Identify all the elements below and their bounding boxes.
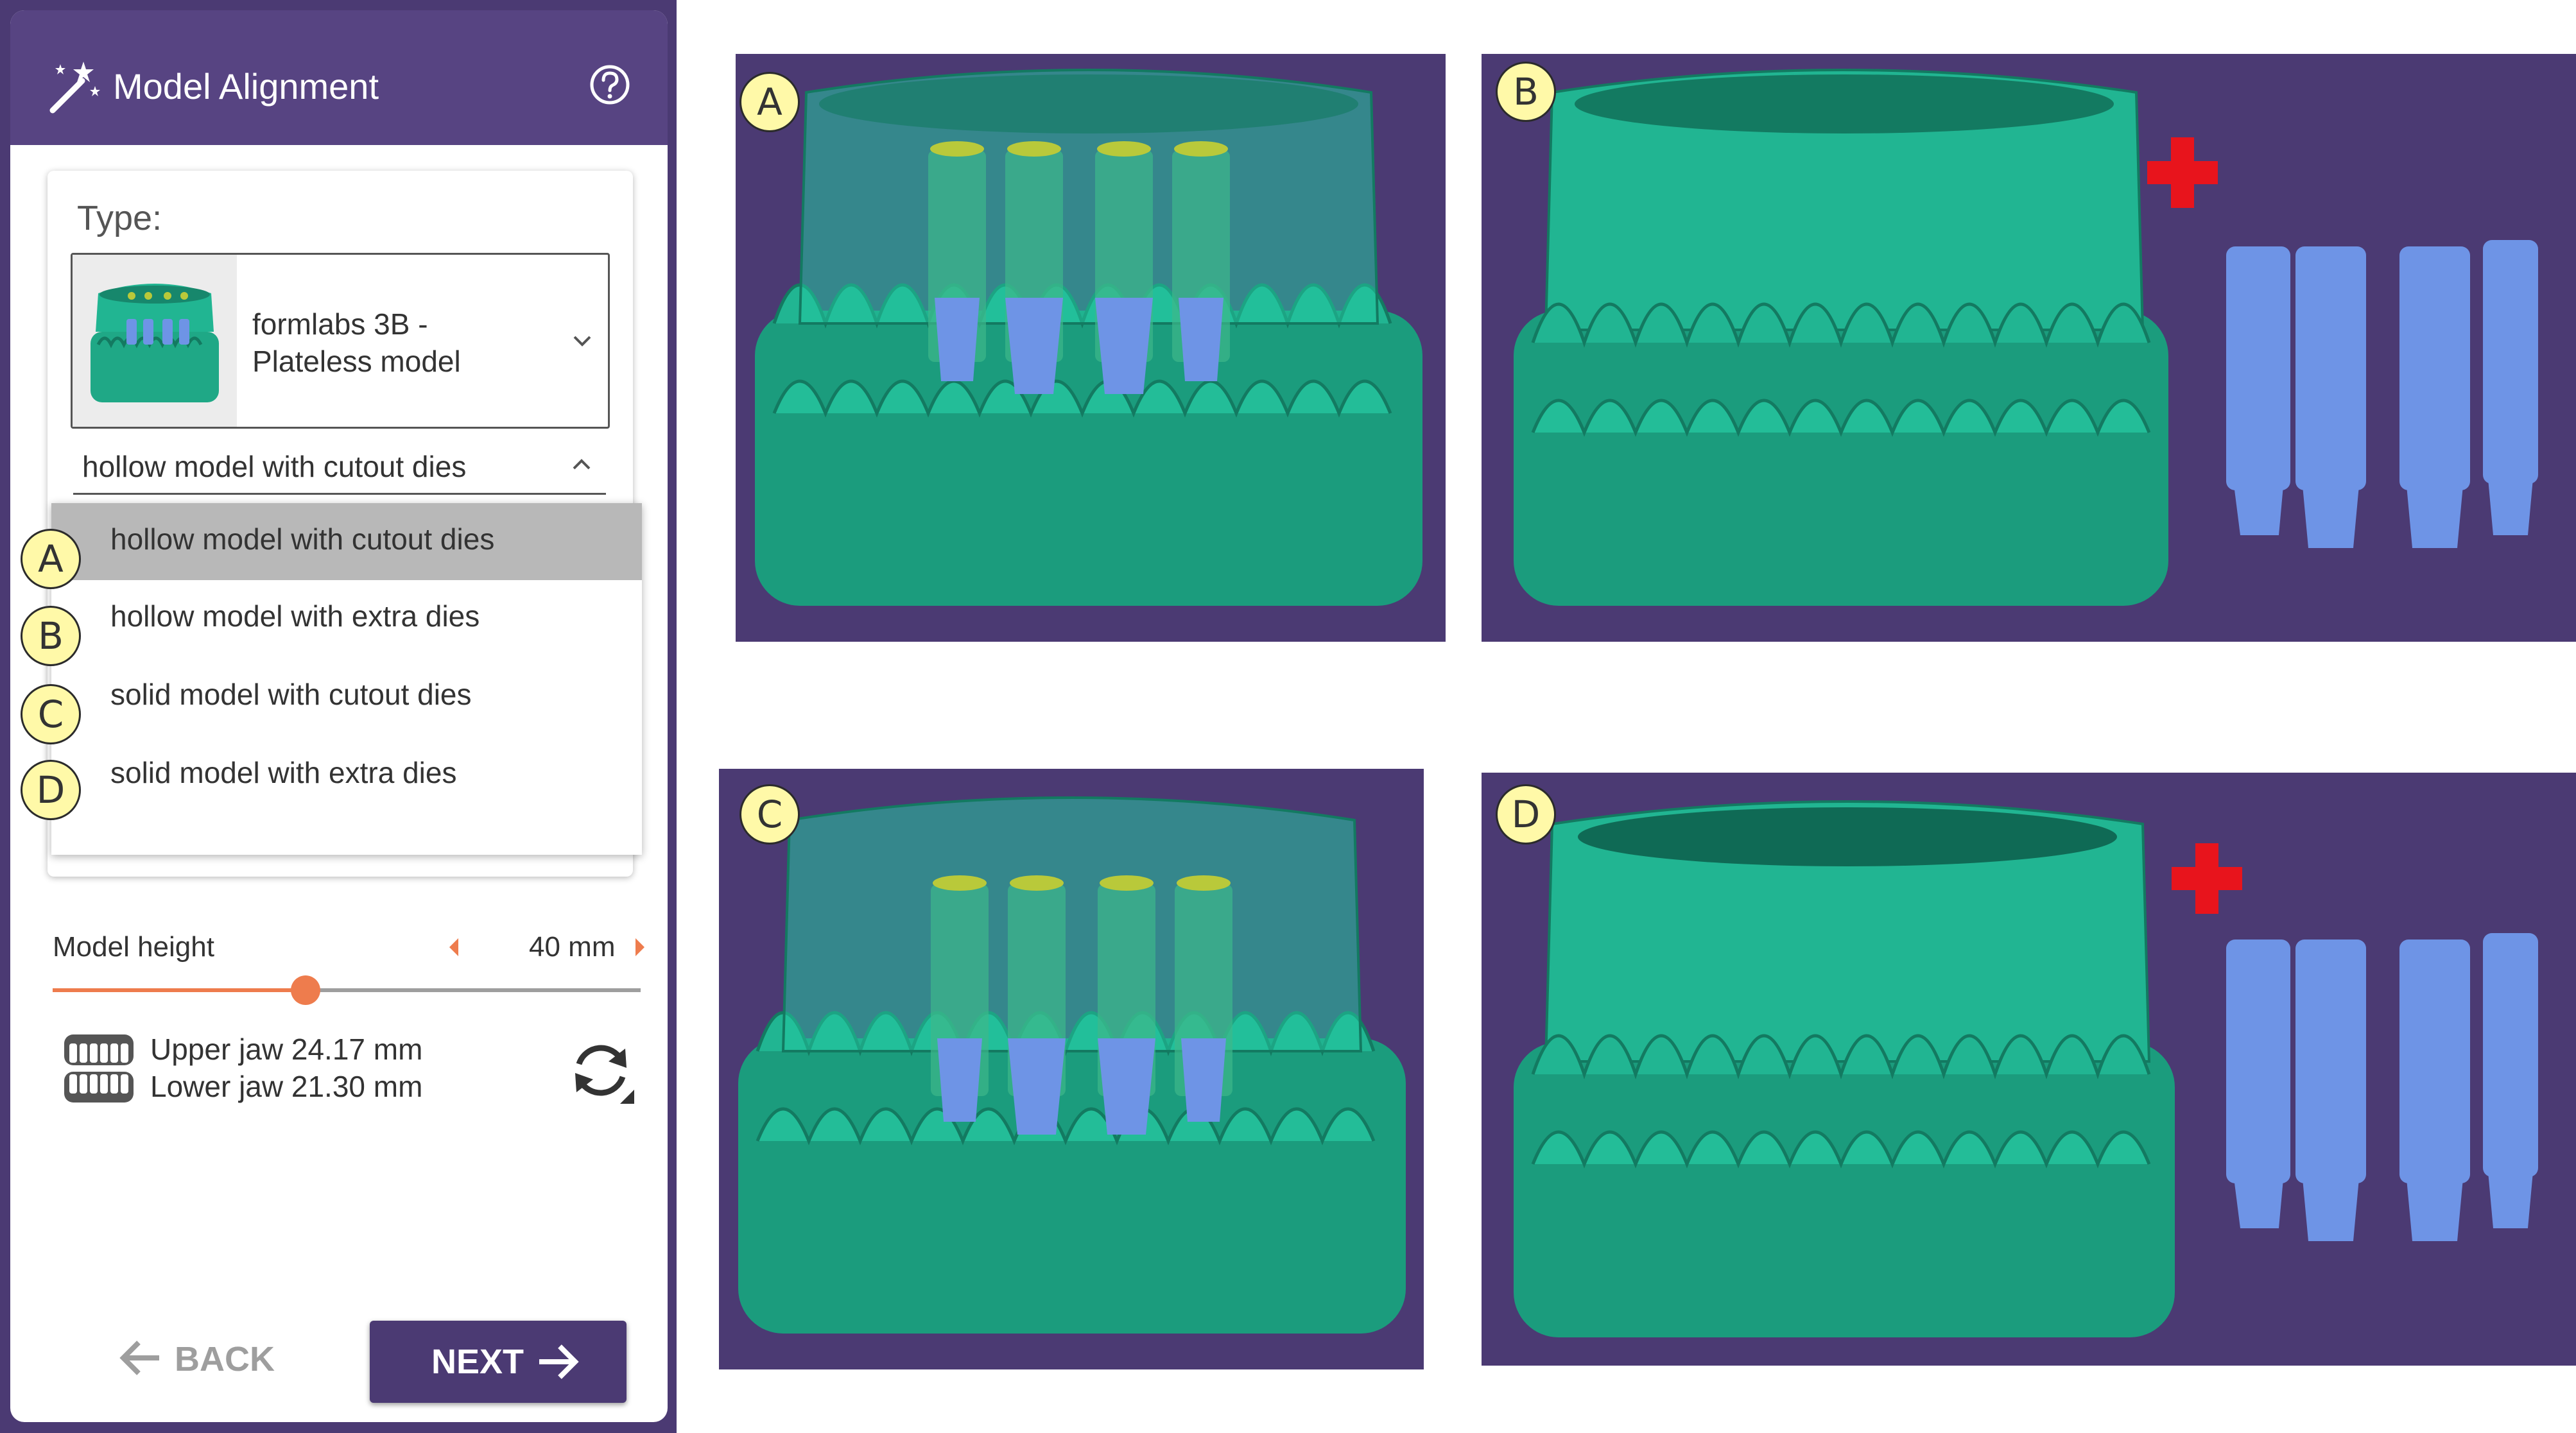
badge-b: B — [21, 606, 81, 666]
dropdown-option-solid-cutout[interactable]: solid model with cutout dies — [51, 658, 642, 735]
preview-badge-c: C — [739, 784, 800, 845]
preview-badge-a: A — [739, 72, 800, 132]
chevron-down-icon — [573, 336, 591, 347]
back-label: BACK — [175, 1340, 275, 1378]
magic-wand-icon — [49, 62, 100, 114]
dropdown-option-hollow-extra[interactable]: hollow model with extra dies — [51, 580, 642, 657]
model-name-line1: formlabs 3B - — [252, 307, 428, 341]
subtype-selected-value: hollow model with cutout dies — [82, 450, 467, 483]
dropdown-option-solid-extra[interactable]: solid model with extra dies — [51, 737, 642, 814]
slider-fill — [53, 988, 306, 992]
preview-a — [736, 54, 1446, 642]
subtype-dropdown-list: hollow model with cutout dies hollow mod… — [51, 503, 642, 855]
preview-badge-b: B — [1496, 62, 1556, 122]
model-name-line2: Plateless model — [252, 345, 461, 378]
dropdown-option-label: solid model with extra dies — [110, 756, 457, 789]
left-panel: Model Alignment Type: formlabs 3B - Plat… — [0, 0, 677, 1433]
badge-d: D — [21, 760, 81, 820]
slider-thumb[interactable] — [290, 975, 320, 1005]
dropdown-option-hollow-cutout[interactable]: hollow model with cutout dies — [51, 503, 642, 580]
model-height-label: Model height — [53, 931, 214, 963]
preview-d — [1482, 773, 2576, 1366]
dental-model-solid-extra — [1514, 800, 2538, 1337]
dropdown-option-label: solid model with cutout dies — [110, 678, 472, 711]
subtype-select[interactable]: hollow model with cutout dies — [73, 440, 606, 495]
preview-b — [1482, 54, 2576, 642]
alignment-panel: Model Alignment Type: formlabs 3B - Plat… — [10, 10, 668, 1422]
refresh-icon[interactable] — [565, 1034, 637, 1106]
dental-model-hollow-cutout — [755, 69, 1422, 606]
upper-jaw-height: Upper jaw 24.17 mm — [150, 1033, 423, 1066]
model-thumbnail — [73, 255, 237, 427]
preview-c — [719, 769, 1424, 1369]
model-height-slider[interactable] — [53, 975, 641, 1005]
dental-model-hollow-extra — [1514, 69, 2538, 606]
height-increase-arrow[interactable] — [635, 938, 644, 956]
dropdown-option-label: hollow model with cutout dies — [110, 522, 495, 556]
dropdown-option-label: hollow model with extra dies — [110, 599, 480, 633]
height-decrease-arrow[interactable] — [449, 938, 458, 956]
model-type-select[interactable]: formlabs 3B - Plateless model — [71, 253, 610, 429]
preview-badge-d: D — [1496, 784, 1556, 845]
back-button[interactable]: BACK — [117, 1319, 284, 1396]
arrow-left-icon — [119, 1341, 159, 1375]
badge-c: C — [21, 684, 81, 744]
help-icon[interactable] — [589, 64, 630, 105]
dental-model-solid-cutout — [738, 796, 1406, 1334]
next-label: NEXT — [431, 1343, 524, 1381]
teeth-icon — [64, 1034, 134, 1103]
type-label: Type: — [77, 199, 162, 237]
panel-title: Model Alignment — [113, 66, 379, 107]
model-height-value: 40 mm — [529, 931, 616, 963]
panel-header: Model Alignment — [10, 10, 668, 145]
next-button[interactable]: NEXT — [370, 1321, 627, 1403]
chevron-up-icon — [573, 459, 591, 470]
badge-a: A — [21, 529, 81, 589]
lower-jaw-height: Lower jaw 21.30 mm — [150, 1070, 423, 1103]
arrow-right-icon — [539, 1344, 579, 1379]
